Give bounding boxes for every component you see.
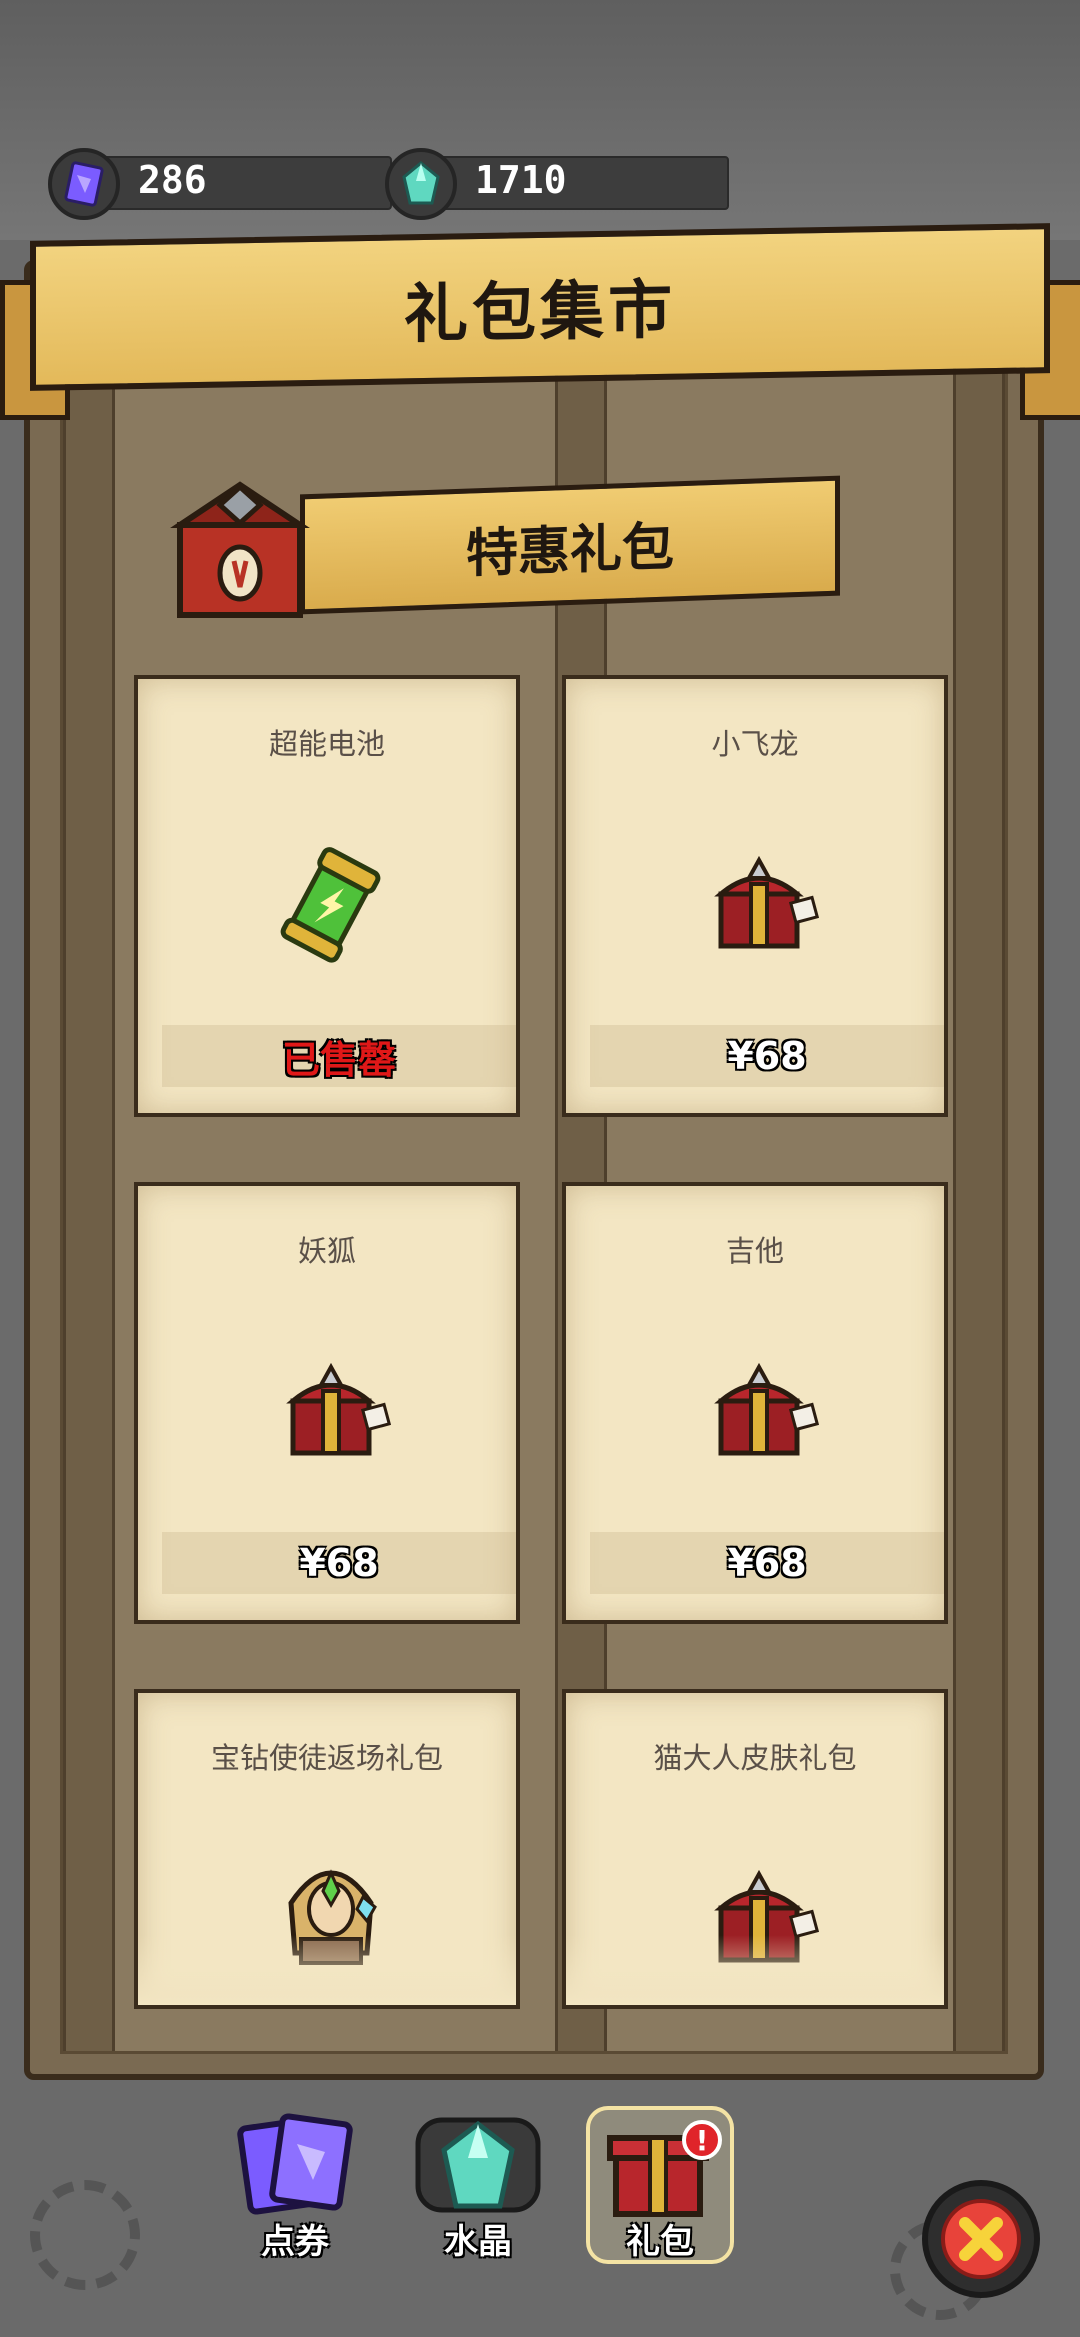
treasure-chest-icon xyxy=(271,1351,392,1471)
tab-label: 水晶 xyxy=(444,2222,512,2262)
card-name: 妖狐 xyxy=(297,1234,356,1268)
treasure-chest-icon xyxy=(699,1351,820,1471)
gear-icon xyxy=(30,2180,140,2290)
card-name: 超能电池 xyxy=(268,727,385,761)
gift-card-fox[interactable]: 妖狐 ¥68 xyxy=(134,1182,520,1624)
tab-label: 点券 xyxy=(261,2222,329,2262)
price-label: ¥68 xyxy=(727,1541,807,1585)
section-title: 特惠礼包 xyxy=(465,516,674,585)
tab-crystals[interactable]: 水晶 xyxy=(408,2110,548,2262)
price-strip: ¥68 xyxy=(590,1532,944,1594)
card-fade xyxy=(138,1935,516,2005)
price-label: ¥68 xyxy=(299,1541,379,1585)
voucher-pill xyxy=(88,156,392,210)
price-strip: 已售罄 xyxy=(162,1025,516,1087)
close-icon xyxy=(941,2199,1021,2279)
price-strip: ¥68 xyxy=(590,1025,944,1087)
crystal-value: 1710 xyxy=(475,158,567,202)
card-name: 吉他 xyxy=(725,1234,784,1268)
card-fade xyxy=(566,1935,944,2005)
voucher-balance[interactable]: 286 xyxy=(48,148,392,220)
card-name: 猫大人皮肤礼包 xyxy=(653,1741,857,1775)
price-label: ¥68 xyxy=(727,1034,807,1078)
header-banner: 礼包集市 xyxy=(30,223,1050,391)
tab-gift-packs[interactable]: ! 礼包 xyxy=(590,2110,730,2262)
gift-box-icon: ! xyxy=(607,2120,722,2217)
voucher-value: 286 xyxy=(138,158,207,202)
right-post xyxy=(953,339,1005,2051)
gift-card-battery[interactable]: 超能电池 已售罄 xyxy=(134,675,520,1117)
page-title: 礼包集市 xyxy=(404,273,676,353)
gift-card-guitar[interactable]: 吉他 ¥68 xyxy=(562,1182,948,1624)
svg-text:!: ! xyxy=(696,2124,709,2157)
tab-label: 礼包 xyxy=(626,2222,694,2262)
left-post xyxy=(63,339,115,2051)
card-name: 宝钻使徒返场礼包 xyxy=(210,1741,443,1775)
crystal-icon xyxy=(415,2117,541,2213)
crystal-pill xyxy=(425,156,729,210)
section-chest-icon xyxy=(160,475,320,625)
gift-card-cat-skin[interactable]: 猫大人皮肤礼包 xyxy=(562,1689,948,2009)
crystal-balance[interactable]: 1710 xyxy=(385,148,729,220)
voucher-icon xyxy=(48,148,120,220)
tab-vouchers[interactable]: 点券 xyxy=(225,2110,365,2262)
price-strip: ¥68 xyxy=(162,1532,516,1594)
voucher-cards-icon xyxy=(237,2113,353,2215)
battery-icon xyxy=(271,844,391,964)
treasure-chest-icon xyxy=(699,844,820,964)
gift-card-diamond-apostle[interactable]: 宝钻使徒返场礼包 xyxy=(134,1689,520,2009)
section-ribbon: 特惠礼包 xyxy=(300,475,840,615)
crystal-icon xyxy=(385,148,457,220)
close-button[interactable] xyxy=(922,2180,1040,2298)
gift-card-small-dragon[interactable]: 小飞龙 ¥68 xyxy=(562,675,948,1117)
sold-out-label: 已售罄 xyxy=(281,1037,396,1082)
card-name: 小飞龙 xyxy=(711,727,799,761)
